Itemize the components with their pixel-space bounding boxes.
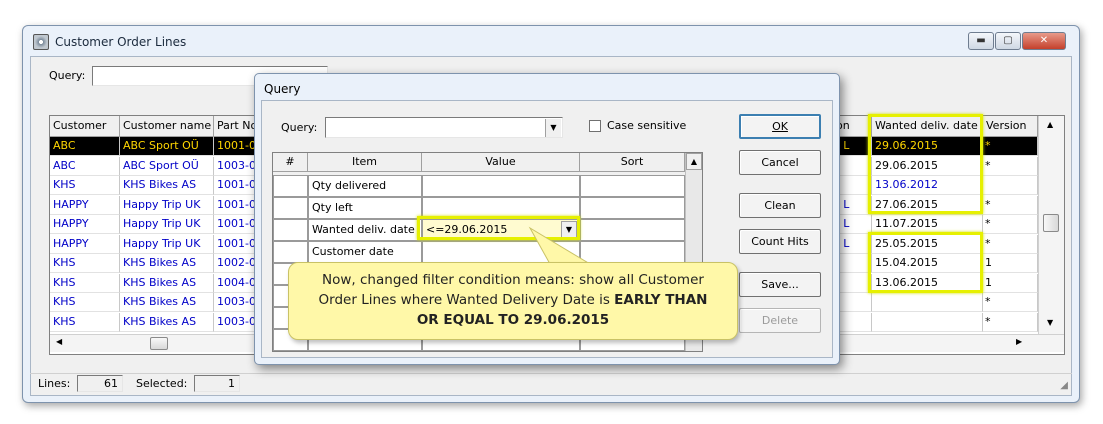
selected-label: Selected: — [136, 377, 188, 390]
scroll-h-thumb[interactable] — [150, 337, 168, 350]
table-cell-customer[interactable]: ABC — [50, 137, 120, 156]
minimize-button[interactable]: ▬ — [968, 32, 994, 50]
chevron-down-icon[interactable]: ▼ — [545, 119, 561, 137]
table-cell-name[interactable]: KHS Bikes AS — [120, 176, 214, 195]
table-cell-name[interactable]: Happy Trip UK — [120, 195, 214, 215]
table-cell-name[interactable]: KHS Bikes AS — [120, 293, 214, 312]
table-cell-customer[interactable]: HAPPY — [50, 215, 120, 234]
table-cell-name[interactable]: ABC Sport OÜ — [120, 137, 214, 156]
table-cell-customer[interactable]: KHS — [50, 312, 120, 332]
count-hits-button[interactable]: Count Hits — [739, 229, 821, 254]
highlight-dates-top — [868, 114, 983, 214]
table-cell-customer[interactable]: KHS — [50, 254, 120, 273]
scroll-thumb[interactable] — [1043, 214, 1059, 232]
app-icon — [33, 34, 49, 50]
table-cell-ver[interactable]: * — [983, 195, 1038, 215]
table-cell-ver[interactable]: * — [983, 215, 1038, 234]
callout-line-3-bold: OR EQUAL TO 29.06.2015 — [416, 312, 610, 328]
table-cell-ver[interactable]: * — [983, 312, 1038, 332]
table-cell-name[interactable]: KHS Bikes AS — [120, 273, 214, 293]
scroll-right-icon[interactable]: ▶ — [1016, 337, 1022, 346]
table-cell-name[interactable]: KHS Bikes AS — [120, 254, 214, 273]
grid-header-customer[interactable]: Customer — [50, 116, 120, 137]
query-row-item[interactable]: Customer date — [308, 241, 422, 263]
table-cell-customer[interactable]: KHS — [50, 273, 120, 293]
table-cell-customer[interactable]: ABC — [50, 156, 120, 176]
table-cell-name[interactable]: Happy Trip UK — [120, 215, 214, 234]
grid-header-ver[interactable]: Version — [983, 116, 1038, 137]
query-row-sort[interactable] — [580, 197, 685, 219]
query-row-item[interactable]: Qty left — [308, 197, 422, 219]
callout-line-2-bold: EARLY THAN — [614, 292, 708, 308]
clean-button[interactable]: Clean — [739, 193, 821, 218]
table-cell-customer[interactable]: HAPPY — [50, 195, 120, 215]
query-header-value: Value — [422, 153, 580, 172]
table-cell-customer[interactable]: HAPPY — [50, 234, 120, 254]
table-cell-date[interactable] — [872, 293, 983, 312]
table-cell-name[interactable]: KHS Bikes AS — [120, 312, 214, 332]
dialog-title: Query — [264, 82, 301, 96]
ok-button-label: OK — [772, 120, 788, 133]
callout-line-3: OR EQUAL TO 29.06.2015 — [289, 310, 737, 330]
maximize-button[interactable]: ▢ — [995, 32, 1021, 50]
table-cell-ver[interactable]: * — [983, 293, 1038, 312]
dialog-query-label: Query: — [281, 121, 318, 134]
grid-vertical-scrollbar[interactable]: ▲ ▼ — [1038, 116, 1064, 334]
scroll-left-icon[interactable]: ◀ — [56, 337, 62, 346]
lines-label: Lines: — [38, 377, 71, 390]
delete-button: Delete — [739, 308, 821, 333]
case-sensitive-checkbox[interactable] — [589, 120, 601, 132]
table-cell-date[interactable] — [872, 312, 983, 332]
grid-header-name[interactable]: Customer name — [120, 116, 214, 137]
table-cell-ver[interactable]: 1 — [983, 254, 1038, 273]
callout-line-2: Order Lines where Wanted Delivery Date i… — [289, 290, 737, 310]
explanation-callout: Now, changed filter condition means: sho… — [288, 262, 738, 340]
status-bar: Lines: 61 Selected: 1 ◢ — [30, 373, 1072, 395]
scroll-up-icon[interactable]: ▲ — [1047, 120, 1053, 129]
ok-button[interactable]: OK — [739, 114, 821, 139]
query-header-num: # — [273, 153, 308, 172]
scroll-down-icon[interactable]: ▼ — [1047, 318, 1053, 327]
cancel-button[interactable]: Cancel — [739, 150, 821, 175]
window-title: Customer Order Lines — [55, 35, 187, 49]
highlight-dates-bottom — [868, 232, 983, 293]
query-row-sort[interactable] — [580, 175, 685, 197]
selected-count: 1 — [194, 375, 240, 392]
query-header-sort: Sort — [580, 153, 685, 172]
table-cell-ver[interactable]: 1 — [983, 273, 1038, 293]
query-row-num[interactable] — [273, 175, 308, 197]
query-row-value[interactable] — [422, 175, 580, 197]
callout-line-1: Now, changed filter condition means: sho… — [322, 272, 704, 288]
callout-line-2-text: Order Lines where Wanted Delivery Date i… — [318, 292, 615, 308]
query-row-num[interactable] — [273, 197, 308, 219]
table-cell-customer[interactable]: KHS — [50, 293, 120, 312]
table-cell-name[interactable]: Happy Trip UK — [120, 234, 214, 254]
dialog-query-combo[interactable]: ▼ — [325, 117, 563, 138]
save-button[interactable]: Save... — [739, 272, 821, 297]
query-row-num[interactable] — [273, 241, 308, 263]
query-row-item[interactable]: Wanted deliv. date — [308, 219, 422, 241]
table-cell-ver[interactable]: * — [983, 234, 1038, 254]
table-cell-ver[interactable]: * — [983, 137, 1038, 156]
close-button[interactable]: ✕ — [1022, 32, 1066, 50]
case-sensitive-label: Case sensitive — [607, 119, 687, 132]
resize-grip-icon[interactable]: ◢ — [1060, 380, 1068, 391]
query-label: Query: — [49, 69, 86, 82]
table-cell-name[interactable]: ABC Sport OÜ — [120, 156, 214, 176]
chevron-up-icon[interactable]: ▲ — [686, 153, 702, 170]
query-header-item: Item — [308, 153, 422, 172]
table-cell-customer[interactable]: KHS — [50, 176, 120, 195]
query-row-item[interactable]: Qty delivered — [308, 175, 422, 197]
table-cell-ver[interactable] — [983, 176, 1038, 195]
lines-count: 61 — [77, 375, 123, 392]
query-row-num[interactable] — [273, 219, 308, 241]
table-cell-ver[interactable]: * — [983, 156, 1038, 176]
callout-pointer — [528, 226, 592, 265]
